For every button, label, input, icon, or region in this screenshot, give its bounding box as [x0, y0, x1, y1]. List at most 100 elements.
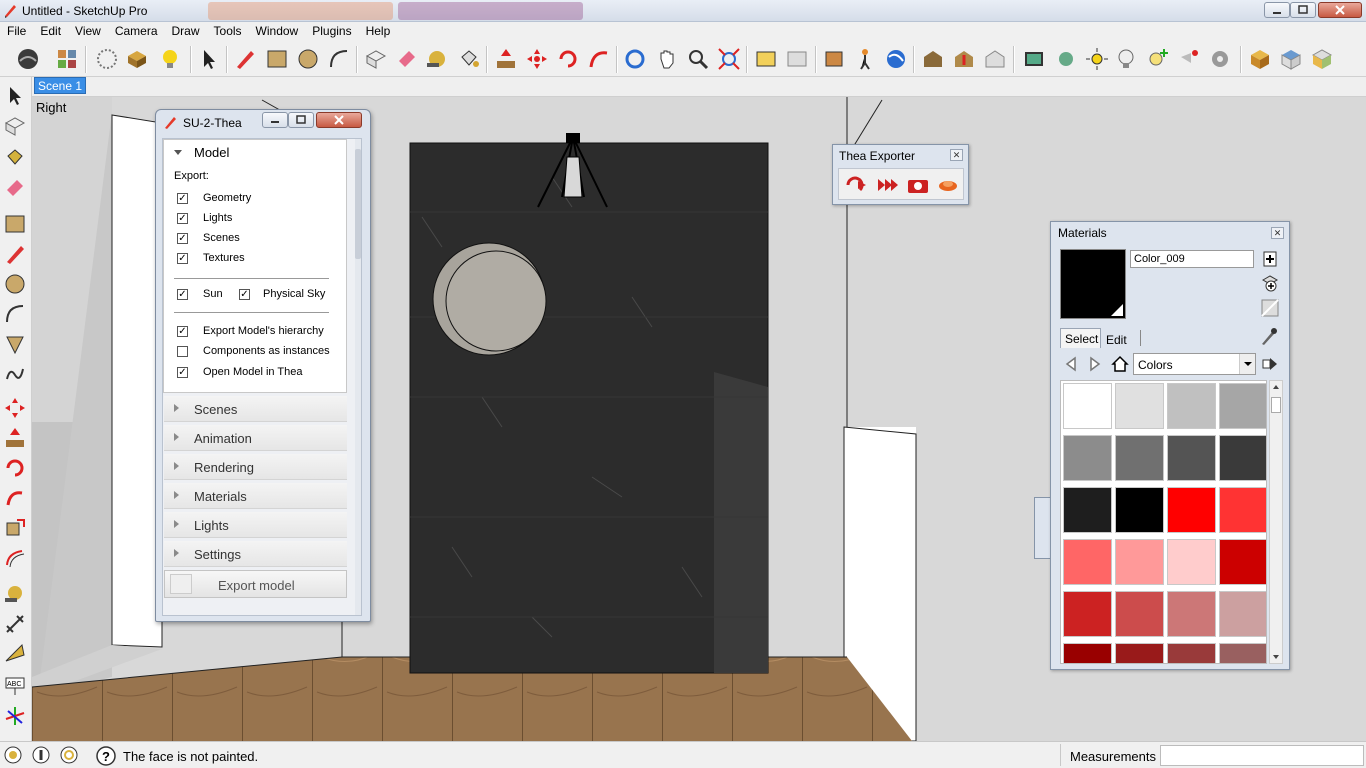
section-plane-icon[interactable]: [822, 47, 846, 71]
physical-sky-checkbox[interactable]: ✓: [239, 289, 250, 300]
material-swatch[interactable]: [1115, 539, 1164, 585]
material-swatch[interactable]: [1219, 643, 1266, 663]
walk-icon[interactable]: [853, 47, 877, 71]
sample-paint-icon[interactable]: [1260, 326, 1278, 346]
components-instances-checkbox[interactable]: [177, 346, 188, 357]
materials-close-button[interactable]: ✕: [1271, 227, 1284, 239]
menu-help[interactable]: Help: [359, 22, 398, 41]
axes-icon[interactable]: [4, 705, 26, 727]
thea-camera-icon[interactable]: [906, 173, 930, 197]
geometry-checkbox[interactable]: ✓: [177, 193, 188, 204]
section-settings[interactable]: Settings: [164, 541, 347, 567]
rotate-icon[interactable]: [556, 47, 580, 71]
warehouse-get-icon[interactable]: [921, 47, 945, 71]
dimension-icon[interactable]: [4, 613, 26, 635]
spotlight-icon[interactable]: [1177, 47, 1201, 71]
add-light-icon[interactable]: [1146, 47, 1170, 71]
rectangle-icon[interactable]: [265, 47, 289, 71]
help-icon[interactable]: ?: [96, 746, 116, 766]
material-swatch[interactable]: [1063, 643, 1112, 663]
expand-arrow-icon[interactable]: [174, 150, 182, 155]
rectangle-icon[interactable]: [4, 213, 26, 235]
warehouse-share-icon[interactable]: [952, 47, 976, 71]
tape-measure-icon[interactable]: [4, 583, 26, 605]
orbit-dotted-icon[interactable]: [95, 47, 119, 71]
scroll-up-icon[interactable]: [1270, 381, 1282, 393]
material-swatch[interactable]: [1167, 643, 1216, 663]
settings-gear-icon[interactable]: [1208, 47, 1232, 71]
material-swatch[interactable]: [1115, 435, 1164, 481]
thea-render-fast-icon[interactable]: [875, 173, 899, 197]
material-swatch[interactable]: [1219, 591, 1266, 637]
panel-scrollbar[interactable]: [355, 139, 361, 615]
paint-bucket-icon[interactable]: [4, 147, 26, 169]
section-rendering[interactable]: Rendering: [164, 454, 347, 480]
default-material-icon[interactable]: [1261, 299, 1279, 317]
material-swatch[interactable]: [1167, 383, 1216, 429]
section-animation[interactable]: Animation: [164, 425, 347, 451]
details-arrow-icon[interactable]: [1262, 355, 1278, 373]
material-swatch[interactable]: [1063, 435, 1112, 481]
sun-icon[interactable]: [1085, 47, 1109, 71]
eraser-icon[interactable]: [4, 177, 26, 199]
select-arrow-icon[interactable]: [4, 85, 26, 107]
polygon-icon[interactable]: [4, 333, 26, 355]
su2thea-maximize-button[interactable]: [288, 112, 314, 128]
material-swatch[interactable]: [1219, 383, 1266, 429]
front-view-icon[interactable]: [1310, 47, 1334, 71]
light-bulb-icon[interactable]: [158, 47, 182, 71]
top-view-icon[interactable]: [1279, 47, 1303, 71]
material-swatch[interactable]: [1167, 591, 1216, 637]
swatch-scrollbar[interactable]: [1269, 380, 1283, 664]
section-materials[interactable]: Materials: [164, 483, 347, 509]
next-view-icon[interactable]: [785, 47, 809, 71]
su2thea-close-button[interactable]: [316, 112, 362, 128]
orbit-icon[interactable]: [623, 47, 647, 71]
open-in-thea-checkbox[interactable]: ✓: [177, 367, 188, 378]
select-arrow-icon[interactable]: [197, 47, 221, 71]
scale-icon[interactable]: [4, 517, 26, 539]
sign-in-status-icon[interactable]: [60, 746, 78, 764]
collection-dropdown[interactable]: Colors: [1133, 353, 1256, 375]
geo-location-icon[interactable]: [884, 47, 908, 71]
material-name-input[interactable]: [1130, 250, 1254, 268]
material-swatch[interactable]: [1219, 435, 1266, 481]
credits-status-icon[interactable]: [32, 746, 50, 764]
arc-icon[interactable]: [4, 303, 26, 325]
circle-icon[interactable]: [296, 47, 320, 71]
add-to-model-icon[interactable]: [1261, 274, 1279, 292]
material-box-icon[interactable]: [125, 47, 149, 71]
lights-checkbox[interactable]: ✓: [177, 213, 188, 224]
text-tool-icon[interactable]: ABC: [4, 675, 26, 697]
forward-arrow-icon[interactable]: [1087, 355, 1103, 373]
make-component-icon[interactable]: [4, 115, 26, 137]
geo-location-status-icon[interactable]: [4, 746, 22, 764]
push-pull-icon[interactable]: [494, 47, 518, 71]
zoom-extents-icon[interactable]: [717, 47, 741, 71]
push-pull-icon[interactable]: [4, 427, 26, 449]
thea-exporter-close-button[interactable]: ✕: [950, 149, 963, 161]
material-swatch[interactable]: [1167, 435, 1216, 481]
material-swatch[interactable]: [1063, 383, 1112, 429]
follow-me-icon[interactable]: [587, 47, 611, 71]
material-swatch[interactable]: [1063, 591, 1112, 637]
maximize-button[interactable]: [1290, 2, 1316, 18]
arc-icon[interactable]: [327, 47, 351, 71]
iso-view-icon[interactable]: [1248, 47, 1272, 71]
material-swatch[interactable]: [1219, 487, 1266, 533]
follow-me-icon[interactable]: [4, 487, 26, 509]
pencil-icon[interactable]: [4, 243, 26, 265]
tape-measure-icon[interactable]: [425, 47, 449, 71]
sun-checkbox[interactable]: ✓: [177, 289, 188, 300]
rotate-icon[interactable]: [4, 457, 26, 479]
menu-file[interactable]: File: [0, 22, 33, 41]
paint-bucket-icon[interactable]: [457, 47, 481, 71]
components-icon[interactable]: [55, 47, 79, 71]
material-swatch[interactable]: [1115, 487, 1164, 533]
scenes-checkbox[interactable]: ✓: [177, 233, 188, 244]
tab-edit[interactable]: Edit: [1103, 330, 1141, 348]
thea-export-icon[interactable]: [844, 173, 868, 197]
pan-hand-icon[interactable]: [655, 47, 679, 71]
export-model-button[interactable]: Export model: [164, 570, 347, 598]
material-swatch[interactable]: [1167, 487, 1216, 533]
